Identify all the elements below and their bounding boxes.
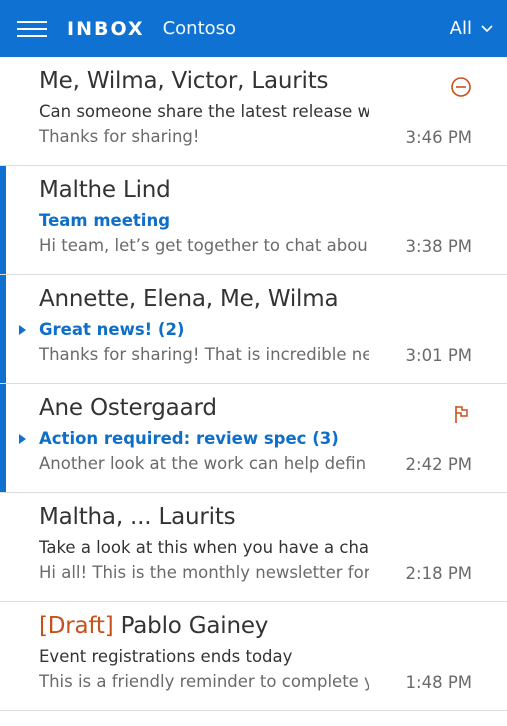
message-preview: Another look at the work can help defin — [39, 454, 367, 473]
message-time: 1:48 PM — [405, 673, 472, 692]
message-item[interactable]: Annette, Elena, Me, Wilma Great news! (2… — [0, 275, 507, 384]
account-name: Contoso — [162, 18, 237, 39]
message-sender: Ane Ostergaard — [39, 395, 217, 421]
message-item[interactable]: Malthe Lind Team meeting Hi team, let’s … — [0, 166, 507, 275]
message-item[interactable]: Ane Ostergaard Action required: review s… — [0, 384, 507, 493]
sender-name: Pablo Gainey — [120, 613, 269, 639]
message-subject: Take a look at this when you have a cha — [39, 538, 369, 557]
message-subject: Action required: review spec (3) — [39, 429, 339, 448]
app-header: INBOX Contoso All — [0, 0, 507, 57]
flag-icon[interactable] — [450, 403, 472, 425]
message-sender: Me, Wilma, Victor, Laurits — [39, 68, 329, 94]
message-sender: Annette, Elena, Me, Wilma — [39, 286, 339, 312]
message-time: 2:42 PM — [405, 455, 472, 474]
draft-label: [Draft] — [39, 613, 114, 639]
message-subject: Team meeting — [39, 211, 171, 230]
expand-thread-icon[interactable] — [19, 434, 26, 444]
message-item[interactable]: Me, Wilma, Victor, Laurits Can someone s… — [0, 57, 507, 166]
message-time: 3:01 PM — [405, 346, 472, 365]
message-subject: Great news! (2) — [39, 320, 185, 339]
message-preview: Hi all! This is the monthly newsletter f… — [39, 563, 369, 582]
message-time: 2:18 PM — [405, 564, 472, 583]
message-list: Me, Wilma, Victor, Laurits Can someone s… — [0, 57, 507, 711]
message-time: 3:38 PM — [405, 237, 472, 256]
message-subject: Event registrations ends today — [39, 647, 293, 666]
folder-title: INBOX — [67, 17, 145, 40]
hamburger-menu-icon[interactable] — [17, 20, 47, 38]
message-item[interactable]: [Draft] Pablo Gainey Event registrations… — [0, 602, 507, 711]
message-subject: Can someone share the latest release w — [39, 102, 369, 121]
message-preview: This is a friendly reminder to complete … — [39, 672, 369, 691]
filter-label: All — [449, 18, 472, 39]
message-sender: Malthe Lind — [39, 177, 171, 203]
message-sender: [Draft] Pablo Gainey — [39, 613, 268, 639]
message-sender: Maltha, ... Laurits — [39, 504, 236, 530]
filter-dropdown[interactable]: All — [450, 0, 493, 57]
message-preview: Hi team, let’s get together to chat abou — [39, 236, 368, 255]
message-preview: Thanks for sharing! That is incredible n… — [39, 345, 369, 364]
expand-thread-icon[interactable] — [19, 325, 26, 335]
chevron-down-icon — [481, 24, 493, 32]
message-time: 3:46 PM — [405, 128, 472, 147]
mail-app: INBOX Contoso All Me, Wilma, Victor, Lau… — [0, 0, 507, 726]
message-item[interactable]: Maltha, ... Laurits Take a look at this … — [0, 493, 507, 602]
message-preview: Thanks for sharing! — [39, 127, 200, 146]
blocked-circle-icon[interactable] — [450, 76, 472, 98]
